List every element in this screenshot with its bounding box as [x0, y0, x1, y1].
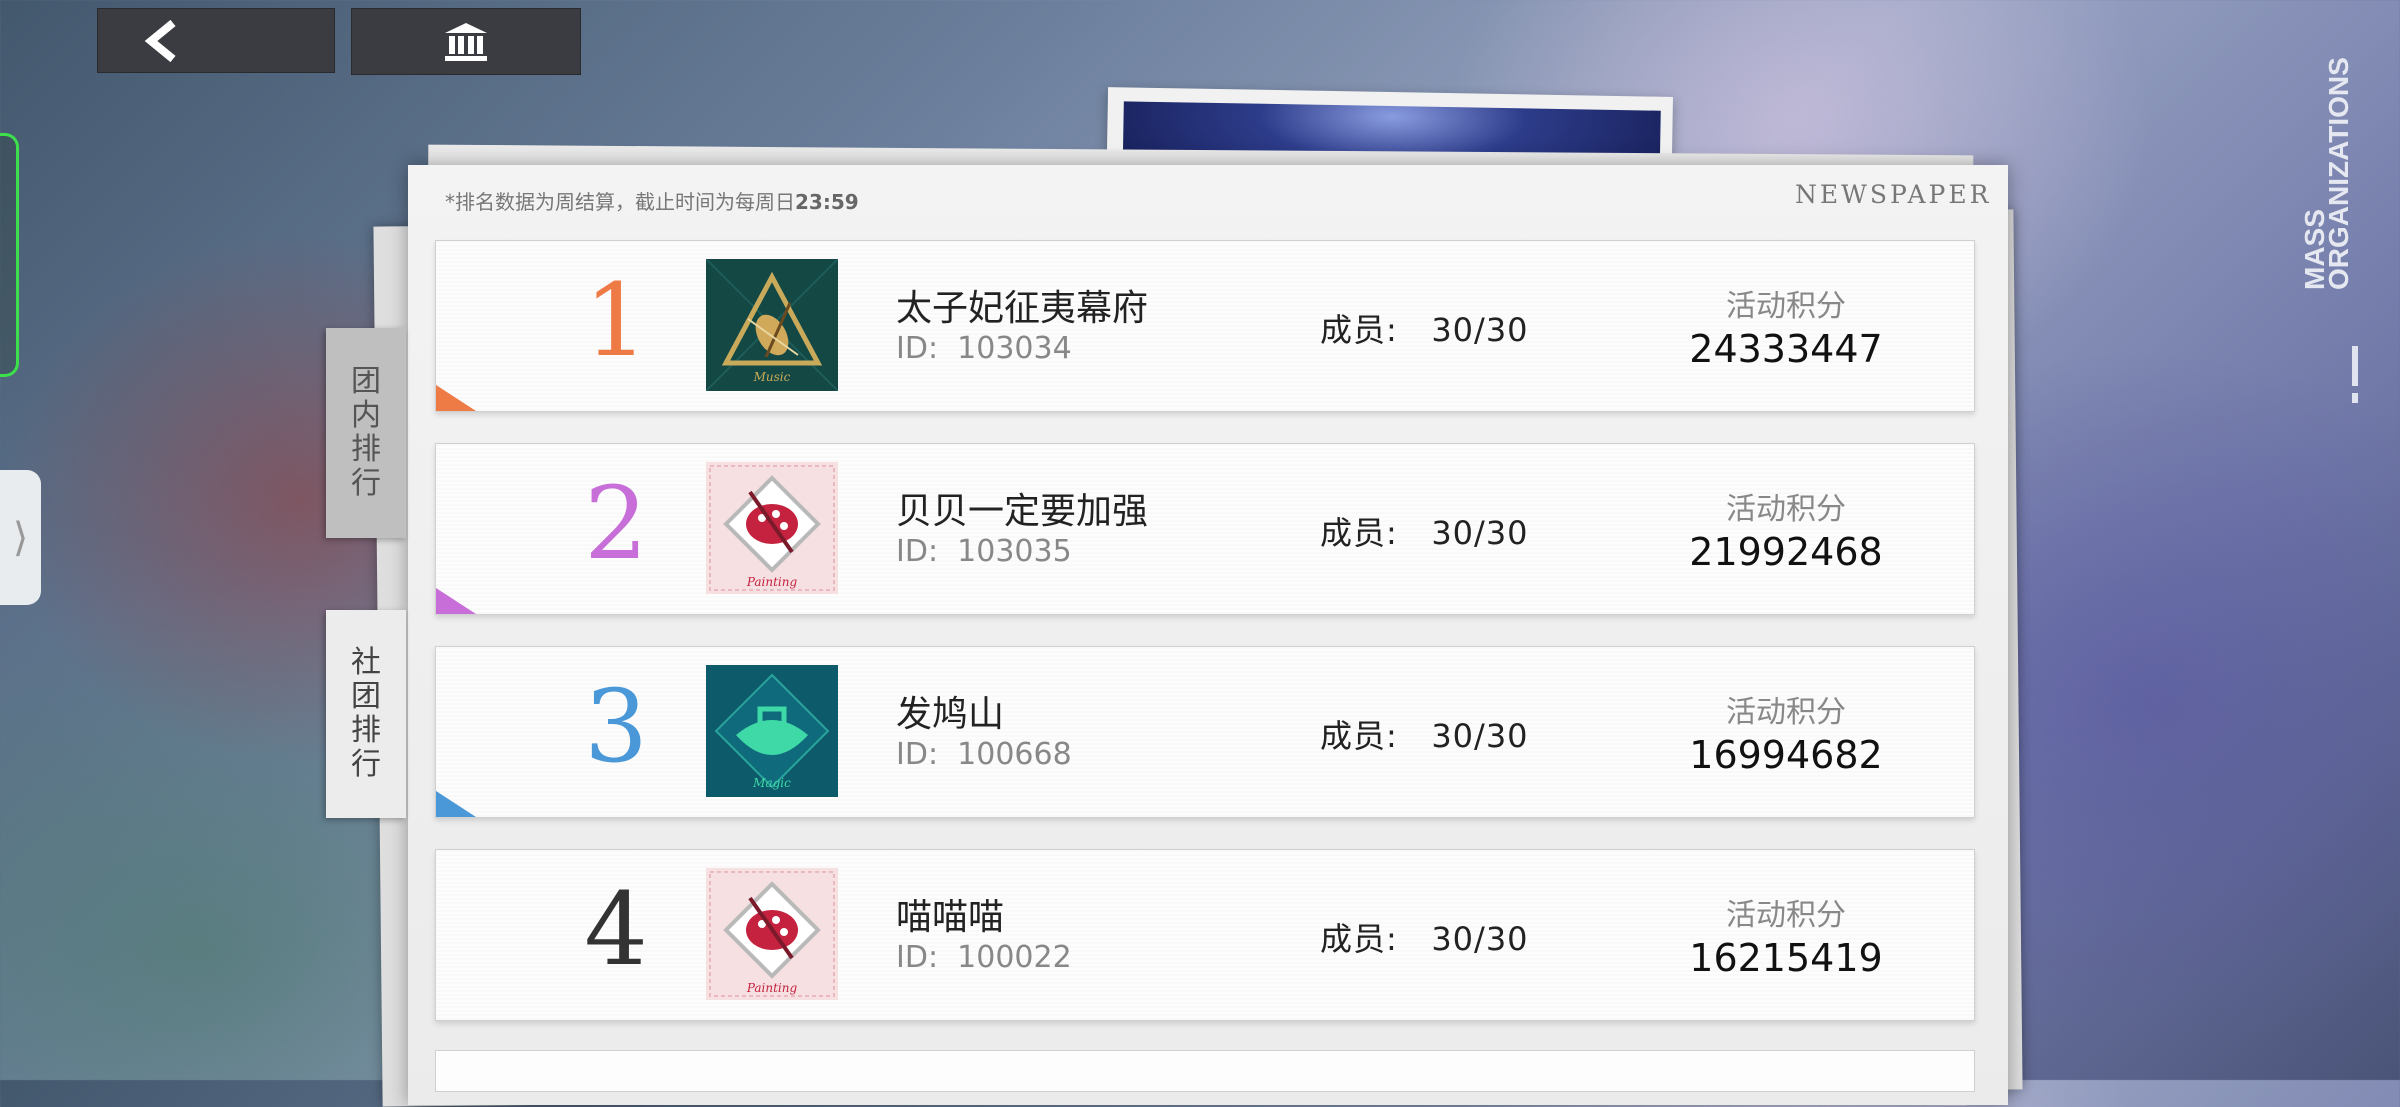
newspaper-label: NEWSPAPER: [1795, 180, 1992, 209]
club-name: 太子妃征夷幕府: [896, 288, 1149, 329]
id-label: ID:: [896, 737, 939, 772]
svg-text:Painting: Painting: [746, 981, 798, 995]
section-title: MASS ORGANIZATIONS: [2299, 40, 2354, 290]
rank-corner-marker: [436, 385, 476, 411]
club-name: 喵喵喵: [896, 897, 1005, 938]
members-label: 成员:: [1320, 311, 1398, 349]
club-id: ID: 103035: [896, 534, 1072, 569]
notice-text: *排名数据为周结算，截止时间为每周日: [445, 190, 795, 214]
rank-corner-marker: [436, 791, 476, 817]
score-label: 活动积分: [1726, 492, 1846, 527]
club-id: ID: 100668: [896, 737, 1072, 772]
score-label: 活动积分: [1726, 695, 1846, 730]
score-value: 16994682: [1689, 733, 1883, 777]
painting-palette-emblem-icon: Painting: [706, 868, 838, 1000]
score-label: 活动积分: [1726, 898, 1846, 933]
members-label: 成员:: [1320, 717, 1398, 755]
rank-number: 3: [584, 668, 648, 785]
members: 成员: 30/30: [1320, 305, 1529, 351]
svg-text:Painting: Painting: [746, 575, 798, 589]
ranking-row[interactable]: 2 Painting 贝贝一定要加强 ID: 103035 成员: 30/30 …: [435, 443, 1975, 615]
side-indicator: [0, 133, 19, 377]
chevron-left-icon: [144, 19, 176, 62]
members-label: 成员:: [1320, 920, 1398, 958]
ranking-row[interactable]: 4 Painting 喵喵喵 ID: 100022 成员: 30/30 活动积分…: [435, 849, 1975, 1021]
tab-club-ranking[interactable]: 社团排行: [326, 610, 406, 818]
rank-number: 1: [584, 262, 648, 379]
ranking-row[interactable]: 1 Music 太子妃征夷幕府 ID: 103034 成员: 30/30 活动积…: [435, 240, 1975, 412]
exclamation-icon: [2352, 346, 2360, 406]
ranking-row[interactable]: 3 Magic 发鸠山 ID: 100668 成员: 30/30 活动积分 16…: [435, 646, 1975, 818]
chevron-right-icon: ⟩: [12, 514, 29, 561]
home-button[interactable]: [351, 8, 581, 75]
club-name: 贝贝一定要加强: [896, 491, 1149, 532]
ranking-row[interactable]: [435, 1050, 1975, 1092]
notice-time: 23:59: [795, 190, 859, 214]
rank-number: 4: [584, 871, 648, 988]
id-value: 100022: [957, 940, 1072, 975]
id-label: ID:: [896, 940, 939, 975]
members-label: 成员:: [1320, 514, 1398, 552]
painting-palette-emblem-icon: Painting: [706, 462, 838, 594]
svg-text:Music: Music: [753, 370, 791, 384]
tab-label: 团内排行: [351, 364, 381, 501]
music-violin-emblem-icon: Music: [706, 259, 838, 391]
members-value: 30/30: [1431, 514, 1529, 552]
score-value: 21992468: [1689, 530, 1883, 574]
club-id: ID: 103034: [896, 331, 1072, 366]
id-label: ID:: [896, 534, 939, 569]
score-value: 16215419: [1689, 936, 1883, 980]
ranking-notice: *排名数据为周结算，截止时间为每周日23:59: [445, 186, 859, 215]
id-value: 100668: [957, 737, 1072, 772]
members: 成员: 30/30: [1320, 914, 1529, 960]
building-icon: [445, 22, 487, 61]
id-value: 103035: [957, 534, 1072, 569]
magic-emblem-icon: Magic: [706, 665, 838, 797]
members-value: 30/30: [1431, 920, 1529, 958]
svg-text:Magic: Magic: [752, 776, 791, 790]
side-drawer-handle[interactable]: ⟩: [0, 470, 41, 605]
section-title-line2: ORGANIZATIONS: [2323, 57, 2354, 290]
members: 成员: 30/30: [1320, 711, 1529, 757]
id-value: 103034: [957, 331, 1072, 366]
club-id: ID: 100022: [896, 940, 1072, 975]
rank-corner-marker: [436, 588, 476, 614]
back-button[interactable]: [97, 8, 335, 73]
members-value: 30/30: [1431, 717, 1529, 755]
members-value: 30/30: [1431, 311, 1529, 349]
tab-label: 社团排行: [351, 645, 381, 782]
score-value: 24333447: [1689, 327, 1883, 371]
tab-internal-ranking[interactable]: 团内排行: [326, 328, 406, 538]
id-label: ID:: [896, 331, 939, 366]
members: 成员: 30/30: [1320, 508, 1529, 554]
score-label: 活动积分: [1726, 289, 1846, 324]
club-name: 发鸠山: [896, 694, 1005, 735]
rank-number: 2: [584, 465, 648, 582]
